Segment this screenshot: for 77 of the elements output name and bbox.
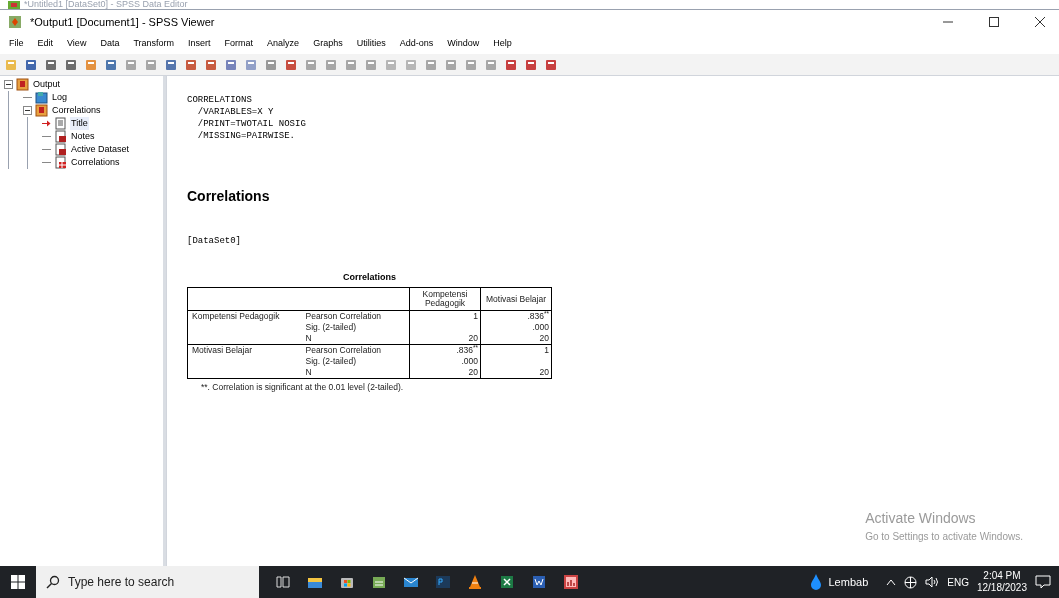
menu-item[interactable]: Help — [493, 37, 512, 51]
activation-title: Activate Windows — [865, 509, 977, 528]
dataset-label: [DataSet0] — [187, 235, 242, 248]
window-title: *Output1 [Document1] - SPSS Viewer — [30, 14, 216, 30]
globe-icon[interactable] — [904, 575, 918, 589]
statistic-label: Sig. (2-tailed) — [305, 322, 357, 332]
syntax-line: /VARIABLES=X Y — [196, 106, 275, 118]
menu-item[interactable]: Window — [447, 37, 480, 51]
menu-item[interactable]: Utilities — [356, 37, 386, 51]
spreadsheet-icon[interactable] — [499, 574, 515, 590]
speaker-icon[interactable] — [925, 576, 940, 588]
windows-logo-icon — [11, 575, 25, 589]
table-cell: 1 — [473, 311, 478, 321]
statistic-label: Pearson Correlation — [305, 345, 382, 355]
notification-icon[interactable] — [1035, 575, 1051, 589]
clock-date[interactable]: 12/18/2023 — [976, 582, 1027, 594]
selection-arrow-icon — [42, 119, 51, 128]
search-field[interactable]: Type here to search — [36, 566, 259, 598]
caret-up-icon[interactable] — [886, 578, 897, 586]
syntax-line: /PRINT=TWOTAIL NOSIG — [196, 118, 307, 130]
menu-item[interactable]: File — [9, 37, 24, 51]
row-header: Kompetensi Pedagogik — [192, 311, 280, 321]
menu-item[interactable]: Edit — [37, 37, 54, 51]
menu-item[interactable]: Data — [100, 37, 120, 51]
traffic-cone-icon[interactable] — [467, 574, 483, 590]
task-view-icon[interactable] — [275, 574, 291, 590]
table-cell: .836$^{**}$ — [456, 345, 478, 355]
syntax-line: /MISSING=PAIRWISE. — [196, 130, 297, 142]
activation-text: Go to Settings to activate Windows. — [865, 530, 1023, 544]
outline-item[interactable]: Title — [70, 116, 89, 131]
title-icon — [54, 117, 67, 130]
menu-item[interactable]: Transform — [133, 37, 175, 51]
table-cell: 20 — [468, 333, 478, 343]
menu-item[interactable]: Format — [224, 37, 254, 51]
menu-item[interactable]: Insert — [188, 37, 211, 51]
app-icon — [8, 15, 22, 29]
search-icon — [46, 575, 60, 589]
weather-label[interactable]: Lembab — [828, 573, 869, 591]
outline-item[interactable]: Correlations — [70, 155, 121, 170]
language-indicator[interactable]: ENG — [947, 574, 969, 590]
table-cell: 1 — [544, 345, 549, 355]
statistic-label: Pearson Correlation — [305, 311, 382, 321]
statistic-label: N — [305, 367, 312, 377]
table-icon — [54, 156, 67, 169]
app-icon — [8, 0, 20, 9]
outline-item[interactable]: Output — [32, 77, 62, 92]
outline-item[interactable]: Log — [51, 90, 69, 105]
table-cell: .000 — [532, 322, 549, 332]
notes-icon — [54, 130, 67, 143]
syntax-line: CORRELATIONS — [187, 94, 253, 106]
table-cell: 20 — [539, 333, 549, 343]
table-cell: 20 — [539, 367, 549, 377]
menu-item[interactable]: Add-ons — [399, 37, 434, 51]
column-header: Kompetensi Pedagogik — [422, 289, 468, 308]
background-window-title: *Untitled1 [DataSet0] - SPSS Data Editor — [24, 0, 188, 9]
row-header: Motivasi Belajar — [192, 345, 252, 355]
menu-item[interactable]: View — [67, 37, 87, 51]
table-footnote: **. Correlation is significant at the 0.01 level (2-tailed). — [200, 381, 405, 394]
water-drop-icon[interactable] — [808, 573, 821, 591]
table-cell: .000 — [461, 356, 478, 366]
table-cell: 20 — [468, 367, 478, 377]
chart-window-icon[interactable] — [563, 574, 579, 590]
menu-item[interactable]: Graphs — [313, 37, 343, 51]
column-header: Motivasi Belajar — [486, 293, 546, 304]
notes-icon — [54, 143, 67, 156]
outline-item[interactable]: Active Dataset — [70, 142, 131, 157]
table-cell: .836$^{**}$ — [527, 311, 549, 321]
statistic-label: N — [305, 333, 312, 343]
outline-item[interactable]: Correlations — [51, 103, 102, 118]
outline-item[interactable]: Notes — [70, 129, 96, 144]
minimize-icon — [943, 21, 953, 23]
output-heading: Correlations — [187, 187, 271, 206]
clock-time[interactable]: 2:04 PM — [983, 570, 1021, 582]
statistic-label: Sig. (2-tailed) — [305, 356, 357, 366]
document-icon[interactable] — [531, 574, 547, 590]
table-title: Correlations — [342, 270, 397, 284]
menu-item[interactable]: Analyze — [267, 37, 300, 51]
